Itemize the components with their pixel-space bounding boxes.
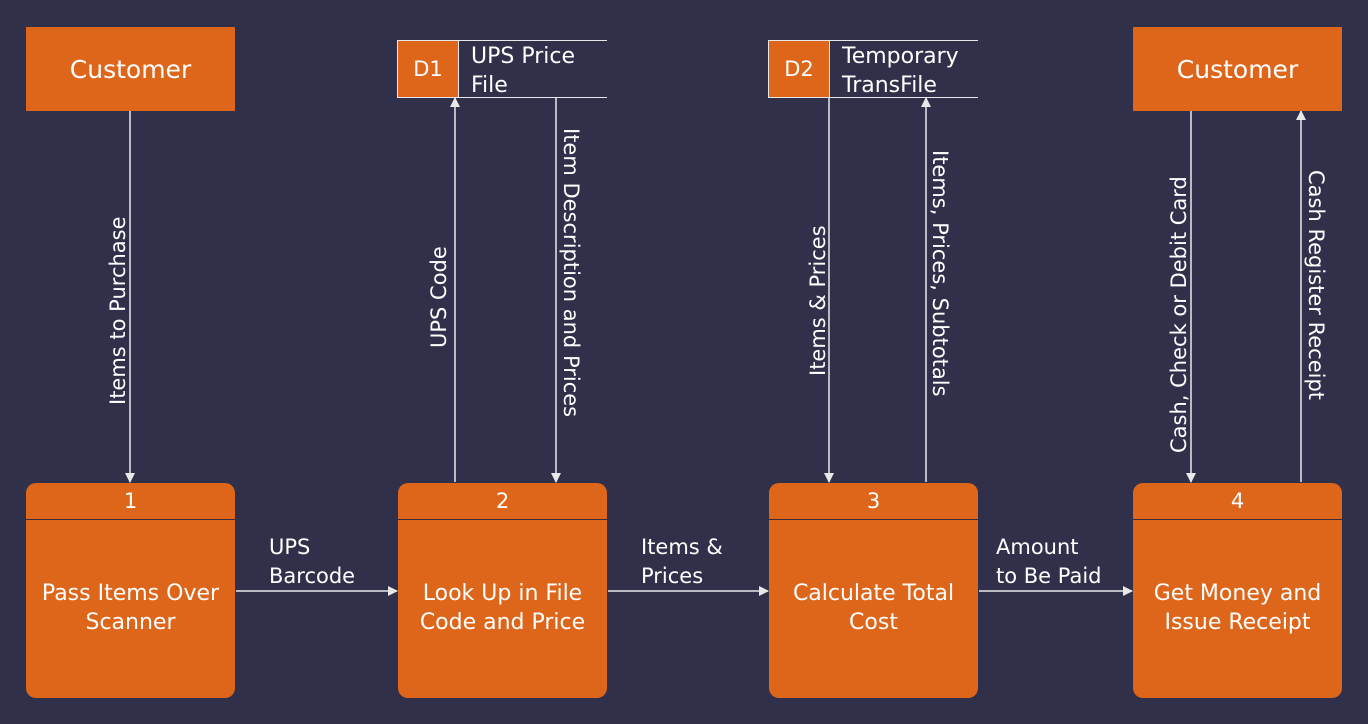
process-3[interactable]: 3 Calculate Total Cost: [769, 483, 978, 698]
process-number: 3: [769, 483, 978, 520]
process-2[interactable]: 2 Look Up in File Code and Price: [398, 483, 607, 698]
process-label: Pass Items Over Scanner: [41, 581, 220, 635]
flow-label-items-prices-right: Items & Prices: [641, 535, 723, 588]
data-store-id: D2: [768, 41, 830, 97]
flow-label-ups-code: UPS Code: [427, 246, 451, 348]
data-store-d1[interactable]: D1 UPS Price File: [397, 40, 607, 98]
entity-label: Customer: [69, 54, 192, 84]
flow-label-amount-to-be-paid: Amount to Be Paid: [996, 535, 1102, 588]
process-label: Calculate Total Cost: [792, 581, 955, 635]
process-1[interactable]: 1 Pass Items Over Scanner: [26, 483, 235, 698]
external-entity-customer-left[interactable]: Customer: [26, 27, 235, 111]
external-entity-customer-right[interactable]: Customer: [1133, 27, 1342, 111]
flow-label-cash-register-receipt: Cash Register Receipt: [1304, 170, 1328, 401]
process-number: 1: [26, 483, 235, 520]
data-store-label: UPS Price File: [471, 44, 575, 98]
flow-label-items-prices-down: Items & Prices: [806, 225, 830, 376]
data-store-id: D1: [397, 41, 459, 97]
data-store-label: Temporary TransFile: [842, 44, 959, 98]
process-label: Look Up in File Code and Price: [419, 581, 586, 635]
process-4[interactable]: 4 Get Money and Issue Receipt: [1133, 483, 1342, 698]
entity-label: Customer: [1176, 54, 1299, 84]
data-store-d2[interactable]: D2 Temporary TransFile: [768, 40, 978, 98]
process-number: 4: [1133, 483, 1342, 520]
flow-label-item-description-prices: Item Description and Prices: [559, 128, 583, 418]
process-number: 2: [398, 483, 607, 520]
flow-label-cash-check-debit: Cash, Check or Debit Card: [1167, 176, 1191, 453]
process-label: Get Money and Issue Receipt: [1153, 581, 1322, 635]
flow-label-items-prices-subtotals: Items, Prices, Subtotals: [928, 150, 952, 397]
flow-label-ups-barcode: UPS Barcode: [269, 535, 356, 588]
flow-label-items-to-purchase: Items to Purchase: [106, 216, 130, 405]
